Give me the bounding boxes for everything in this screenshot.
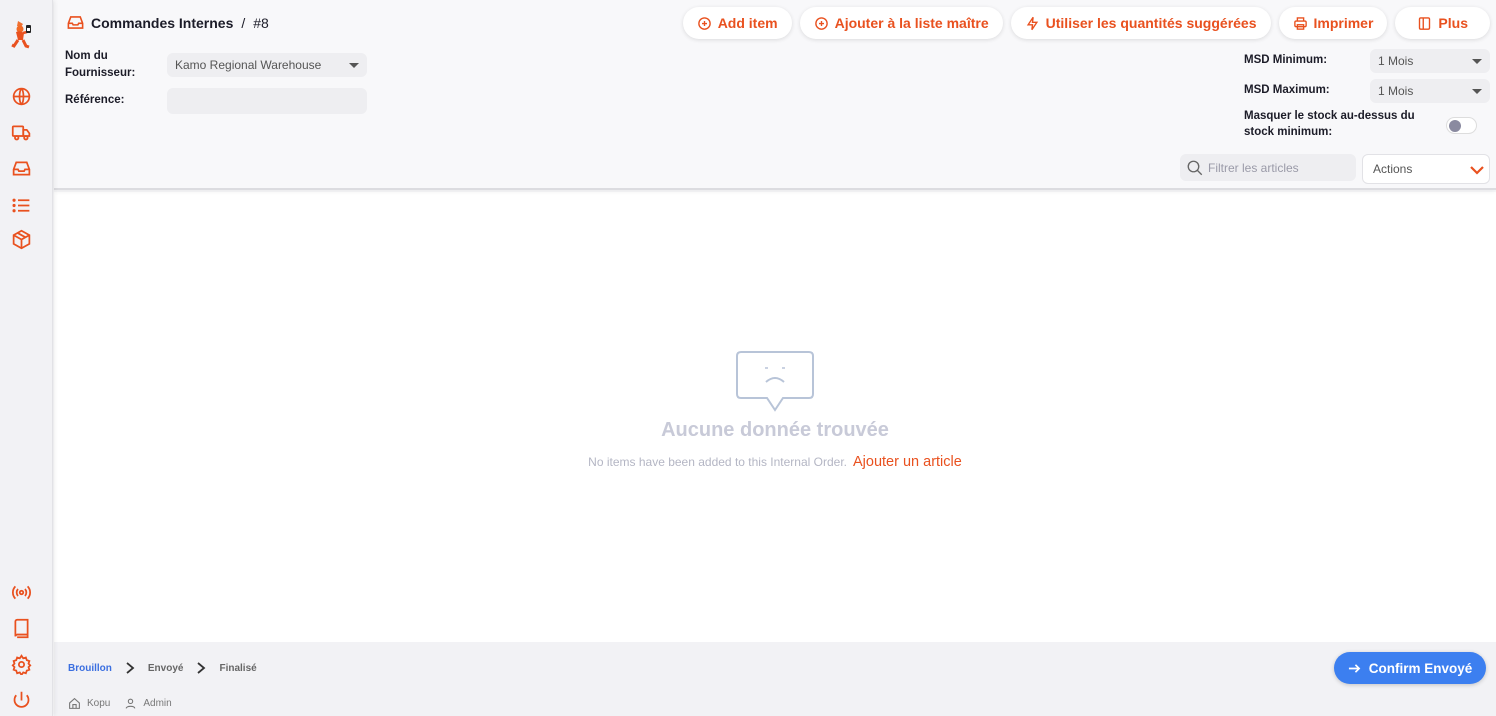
home-icon	[69, 697, 80, 709]
search-icon	[1187, 160, 1203, 175]
more-button[interactable]: Plus	[1395, 7, 1490, 39]
hide-stock-label-line2: stock minimum:	[1244, 126, 1333, 138]
user-icon	[125, 698, 136, 709]
sad-speech-bubble-icon	[736, 351, 814, 412]
add-to-master-list-button[interactable]: Ajouter à la liste maître	[799, 7, 1003, 39]
breadcrumb-section[interactable]: Commandes Internes	[91, 15, 233, 31]
step-draft: Brouillon	[68, 662, 112, 674]
reference-input[interactable]	[167, 88, 367, 114]
plus-circle-icon	[814, 16, 828, 30]
msd-maximum-label: MSD Maximum:	[1244, 84, 1330, 96]
msd-minimum-select[interactable]: 1 Mois	[1370, 49, 1490, 73]
supplier-select[interactable]: Kamo Regional Warehouse	[167, 53, 367, 77]
truck-icon[interactable]	[10, 121, 32, 143]
supplier-select-value: Kamo Regional Warehouse	[175, 58, 322, 72]
breadcrumb-record: #8	[253, 14, 269, 31]
plus-circle-icon	[697, 16, 711, 30]
chevron-down-icon	[349, 63, 359, 68]
step-sent: Envoyé	[147, 662, 184, 674]
supplier-label-line1: Nom du	[65, 50, 108, 62]
broadcast-icon[interactable]	[10, 581, 32, 603]
list-icon[interactable]	[10, 194, 32, 216]
breadcrumb: Commandes Internes / #8	[66, 13, 269, 32]
use-suggested-quantities-button[interactable]: Utiliser les quantités suggérées	[1010, 7, 1271, 39]
header-panel: Commandes Internes / #8 Add item Ajouter…	[54, 0, 1496, 190]
footer: Brouillon Envoyé Finalisé Kopu Admin Con…	[54, 642, 1496, 716]
empty-state: Aucune donnée trouvée No items have been…	[54, 350, 1496, 470]
hide-stock-label: Masquer le stock au-dessus du stock mini…	[1244, 109, 1415, 140]
use-suggested-quantities-label: Utiliser les quantités suggérées	[1045, 15, 1257, 31]
inbox-icon	[67, 16, 84, 29]
supplier-label-line2: Fournisseur:	[65, 67, 136, 79]
arrow-right-icon	[1348, 663, 1361, 673]
breadcrumb-separator: /	[241, 14, 246, 31]
filter-items-input[interactable]	[1208, 160, 1353, 175]
chevron-down-icon	[1472, 59, 1482, 64]
chevron-down-icon	[1472, 89, 1482, 94]
inbox-icon[interactable]	[10, 157, 32, 179]
sidebar-panel-icon	[1419, 16, 1431, 30]
book-icon[interactable]	[10, 617, 32, 639]
filter-items-field[interactable]	[1180, 154, 1356, 181]
actions-dropdown[interactable]: Actions	[1362, 154, 1490, 184]
add-article-link[interactable]: Ajouter un article	[853, 454, 962, 470]
hide-stock-label-line1: Masquer le stock au-dessus du	[1244, 110, 1415, 122]
toggle-knob	[1449, 120, 1461, 132]
chevron-right-icon	[197, 662, 206, 674]
sidebar	[0, 0, 53, 716]
empty-state-title: Aucune donnée trouvée	[661, 419, 889, 441]
store-name: Kopu	[87, 698, 111, 709]
items-table-area: Aucune donnée trouvée No items have been…	[54, 192, 1496, 642]
toolbar: Add item Ajouter à la liste maître Utili…	[682, 7, 1490, 39]
print-label: Imprimer	[1313, 15, 1374, 31]
user-name: Admin	[143, 698, 172, 709]
msd-minimum-value: 1 Mois	[1378, 54, 1414, 68]
confirm-sent-button[interactable]: Confirm Envoyé	[1334, 652, 1486, 684]
chevron-down-icon	[1470, 166, 1484, 175]
msd-maximum-select[interactable]: 1 Mois	[1370, 79, 1490, 103]
gear-icon[interactable]	[10, 653, 32, 675]
session-info: Kopu Admin	[68, 697, 172, 710]
msd-maximum-value: 1 Mois	[1378, 84, 1414, 98]
add-to-master-list-label: Ajouter à la liste maître	[834, 15, 989, 31]
step-finalised: Finalisé	[219, 662, 257, 674]
chevron-right-icon	[126, 662, 135, 674]
confirm-sent-label: Confirm Envoyé	[1368, 660, 1473, 676]
status-steps: Brouillon Envoyé Finalisé	[68, 661, 257, 675]
app-logo[interactable]	[9, 18, 35, 50]
msd-minimum-label: MSD Minimum:	[1244, 54, 1328, 66]
empty-state-message-row: No items have been added to this Interna…	[54, 454, 1496, 470]
empty-state-message: No items have been added to this Interna…	[588, 455, 847, 469]
supplier-label: Nom du Fournisseur:	[65, 49, 135, 81]
globe-icon[interactable]	[10, 85, 32, 107]
box-icon[interactable]	[10, 228, 32, 250]
add-item-button[interactable]: Add item	[682, 7, 792, 39]
more-label: Plus	[1438, 15, 1468, 31]
hide-stock-toggle[interactable]	[1446, 117, 1477, 134]
reference-label: Référence:	[65, 94, 125, 106]
print-button[interactable]: Imprimer	[1278, 7, 1388, 39]
actions-label: Actions	[1373, 162, 1413, 176]
lightning-icon	[1026, 16, 1038, 30]
add-item-label: Add item	[717, 15, 778, 31]
power-icon[interactable]	[10, 689, 32, 711]
printer-icon	[1293, 16, 1307, 30]
